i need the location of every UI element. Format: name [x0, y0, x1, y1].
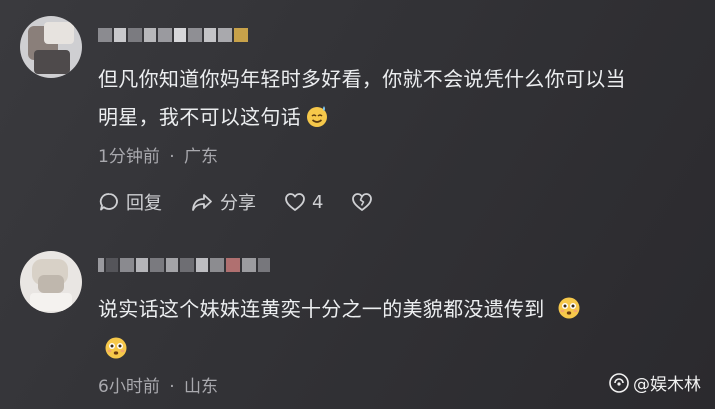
- reply-label: 回复: [126, 193, 162, 214]
- share-button[interactable]: 分享: [190, 189, 256, 215]
- comment-text-line: 明星，我不可以这句话: [98, 98, 626, 136]
- broken-heart-icon: [352, 193, 373, 211]
- share-label: 分享: [220, 193, 256, 214]
- smile-sweat-emoji-icon: [307, 106, 327, 127]
- comment-text: 但凡你知道你妈年轻时多好看，你就不会说凭什么你可以当 明星，我不可以这句话: [98, 60, 626, 136]
- watermark-logo-icon: [609, 372, 629, 393]
- comment-location: 广东: [184, 147, 219, 167]
- like-button[interactable]: 4: [284, 191, 323, 213]
- flushed-face-emoji-icon: [105, 337, 127, 359]
- dislike-button[interactable]: [351, 191, 379, 213]
- meta-separator: ·: [169, 147, 175, 167]
- reply-button[interactable]: 回复: [98, 189, 162, 215]
- comment-location: 山东: [184, 377, 219, 397]
- comment-text-line: 说实话这个妹妹连黄奕十分之一的美貌都没遗传到: [98, 290, 581, 328]
- share-icon: [192, 194, 212, 211]
- comment-time: 6小时前: [98, 377, 160, 397]
- comment-actions: 回复 分享 4: [98, 189, 407, 215]
- reply-icon: [99, 193, 118, 211]
- meta-separator: ·: [169, 377, 175, 397]
- comment-text-line: 但凡你知道你妈年轻时多好看，你就不会说凭什么你可以当: [98, 67, 626, 91]
- username-mosaic[interactable]: [98, 254, 288, 276]
- comment-meta: 6小时前 · 山东: [98, 372, 218, 397]
- username-mosaic[interactable]: [98, 24, 258, 46]
- watermark-text: @娱木林: [633, 375, 701, 395]
- comment-meta: 1分钟前 · 广东: [98, 142, 218, 167]
- comment-time: 1分钟前: [98, 147, 160, 167]
- avatar[interactable]: [20, 16, 82, 78]
- comment-text-line: [98, 328, 581, 368]
- flushed-face-emoji-icon: [558, 297, 580, 319]
- avatar[interactable]: [20, 251, 82, 313]
- watermark: @娱木林: [609, 370, 701, 395]
- heart-icon: [285, 193, 305, 211]
- like-count: 4: [312, 191, 324, 213]
- comment-text: 说实话这个妹妹连黄奕十分之一的美貌都没遗传到: [98, 290, 581, 368]
